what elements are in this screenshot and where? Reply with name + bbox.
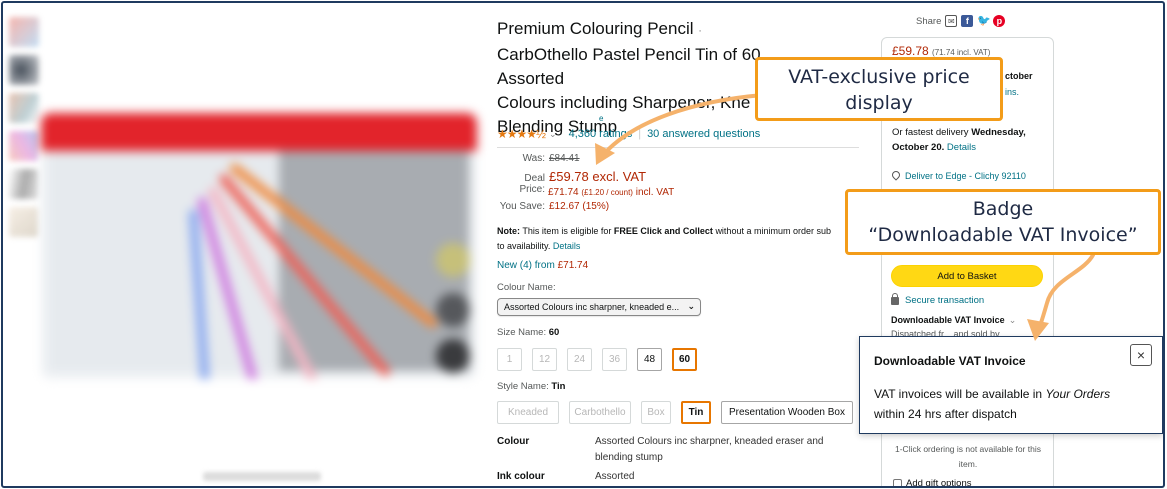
style-name-label: Style Name: Tin <box>497 381 566 392</box>
size-option-36[interactable]: 36 <box>602 348 627 371</box>
thumbnail-image[interactable] <box>9 169 39 199</box>
size-name-label: Size Name: 60 <box>497 327 560 338</box>
screenshot-frame: Premium Colouring Pencil · CarbOthello P… <box>1 1 1165 488</box>
answered-questions-link[interactable]: 30 answered questions <box>647 128 760 140</box>
facebook-icon[interactable]: f <box>961 15 974 27</box>
new-offers-link[interactable]: New (4) from £71.74 <box>497 260 588 271</box>
one-click-note: 1-Click ordering is not available for th… <box>895 444 1041 469</box>
colour-name-select[interactable]: Assorted Colours inc sharpner, kneaded e… <box>497 298 701 316</box>
price-block: Was: £84.41 Deal Price: £59.78 excl. VAT… <box>497 153 675 217</box>
visit-store-link[interactable]: e <box>599 114 603 123</box>
thumbnail-image[interactable] <box>9 17 39 47</box>
close-icon[interactable]: × <box>1130 344 1152 366</box>
divider: | <box>638 128 642 140</box>
thumbnail-strip <box>9 17 43 245</box>
size-options: 1 12 24 36 48 60 <box>497 348 697 371</box>
deal-price-excl-vat: £59.78 excl. VAT <box>549 169 647 184</box>
size-option-48[interactable]: 48 <box>637 348 662 371</box>
spec-ink-value: Assorted <box>595 471 635 482</box>
thumbnail-image[interactable] <box>9 93 39 123</box>
mail-icon[interactable]: ✉ <box>945 15 958 27</box>
size-option-24[interactable]: 24 <box>567 348 592 371</box>
style-options: Kneaded Carbothello Box Tin Presentation… <box>497 401 853 424</box>
popover-heading: Downloadable VAT Invoice <box>874 354 1026 368</box>
spec-colour-key: Colour <box>497 436 530 447</box>
chevron-down-icon[interactable]: ⌄ <box>549 129 557 140</box>
ratings-count-link[interactable]: 4,360 ratings <box>569 128 633 140</box>
star-rating-icon[interactable]: ★★★★½ <box>497 127 546 141</box>
price-incl-vat: £71.74 (£1.20 / count) incl. VAT <box>548 187 675 198</box>
rating-row: ★★★★½ ⌄ 4,360 ratings | 30 answered ques… <box>497 127 760 141</box>
colour-name-label: Colour Name: <box>497 282 556 293</box>
delivery-date-fragment: ctober <box>1005 71 1033 81</box>
was-price: £84.41 <box>549 153 580 164</box>
deal-price-label: Deal Price: <box>519 173 545 195</box>
style-option-carbothello[interactable]: Carbothello <box>569 401 631 424</box>
lock-icon <box>891 292 899 305</box>
style-option-presentation-wooden-box[interactable]: Presentation Wooden Box <box>721 401 853 424</box>
size-option-12[interactable]: 12 <box>532 348 557 371</box>
deliver-to-link[interactable]: Deliver to Edge - Clichy 92110 <box>890 169 1026 181</box>
callout-vat-exclusive-price: VAT-exclusive price display <box>755 57 1003 121</box>
twitter-icon[interactable]: 🐦 <box>977 15 991 27</box>
callout-vat-invoice-badge: Badge “Downloadable VAT Invoice” <box>845 189 1161 255</box>
vat-invoice-popover: Downloadable VAT Invoice × VAT invoices … <box>859 336 1163 434</box>
divider <box>497 147 859 148</box>
note-details-link[interactable]: Details <box>553 241 581 251</box>
thumbnail-image[interactable] <box>9 207 39 237</box>
size-option-60[interactable]: 60 <box>672 348 697 371</box>
size-option-1[interactable]: 1 <box>497 348 522 371</box>
chevron-down-icon: ⌄ <box>1008 315 1017 325</box>
thumbnail-image[interactable] <box>9 131 39 161</box>
style-option-kneaded[interactable]: Kneaded <box>497 401 559 424</box>
thumbnail-image[interactable] <box>9 55 39 85</box>
you-save-value: £12.67 (15%) <box>549 201 610 212</box>
buybox-price: £59.78 (71.74 incl. VAT) <box>892 44 991 58</box>
downloadable-vat-invoice-badge[interactable]: Downloadable VAT Invoice ⌄ <box>891 315 1016 326</box>
main-product-image[interactable] <box>41 113 477 379</box>
share-bar: Share ✉ f 🐦 p <box>916 15 1006 27</box>
style-option-box[interactable]: Box <box>641 401 671 424</box>
style-option-tin[interactable]: Tin <box>681 401 711 424</box>
secure-transaction-link[interactable]: Secure transaction <box>891 292 984 306</box>
location-pin-icon <box>890 169 902 181</box>
gift-checkbox[interactable] <box>893 479 902 486</box>
share-label[interactable]: Share <box>916 16 941 27</box>
delivery-details-fragment[interactable]: ins. <box>1005 87 1019 97</box>
pinterest-icon[interactable]: p <box>993 15 1006 27</box>
spec-colour-value: Assorted Colours inc sharpner, kneaded e… <box>595 436 824 463</box>
popover-body: VAT invoices will be available in Your O… <box>874 387 1111 421</box>
chevron-down-icon: ⌄ <box>687 301 695 311</box>
fastest-details-link[interactable]: Details <box>947 142 976 153</box>
rollover-hint <box>203 472 321 481</box>
fastest-delivery: Or fastest delivery Wednesday, October 2… <box>892 127 1026 153</box>
click-collect-note: Note: This item is eligible for FREE Cli… <box>497 226 831 251</box>
spec-ink-key: Ink colour <box>497 471 545 482</box>
gift-options[interactable]: Add gift options <box>893 478 972 486</box>
add-to-basket-button[interactable]: Add to Basket <box>891 265 1043 287</box>
was-label: Was: <box>522 153 545 164</box>
you-save-label: You Save: <box>499 201 545 212</box>
